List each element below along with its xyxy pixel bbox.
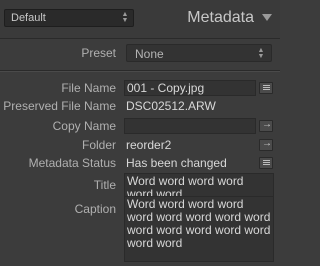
folder-label: Folder: [81, 138, 116, 152]
panel-title[interactable]: Metadata: [187, 9, 254, 27]
collapse-triangle-icon[interactable]: [262, 14, 272, 21]
file-name-field[interactable]: 001 - Copy.jpg: [124, 80, 256, 96]
preserved-file-name-value: DSC02512.ARW: [126, 99, 216, 113]
folder-value: reorder2: [126, 138, 172, 152]
caption-label: Caption: [74, 202, 116, 216]
preset-divider-highlight: [0, 71, 280, 72]
title-label: Title: [93, 178, 116, 192]
preset-dropdown-value: None: [135, 47, 164, 61]
preset-label: Preset: [81, 46, 116, 60]
copy-name-field[interactable]: [124, 118, 256, 134]
metadata-view-select-value: Default: [11, 12, 46, 24]
panel-header: Default ▲ ▼ Metadata: [0, 0, 280, 38]
updown-arrows-icon: ▲ ▼: [121, 11, 129, 24]
title-textarea[interactable]: Word word word word word word: [124, 173, 274, 197]
file-name-label: File Name: [61, 81, 116, 95]
go-to-arrow-icon[interactable]: [259, 119, 273, 132]
metadata-view-select[interactable]: Default ▲ ▼: [4, 9, 134, 27]
file-name-value: 001 - Copy.jpg: [127, 81, 205, 95]
preset-dropdown[interactable]: None ▲ ▼: [126, 44, 272, 62]
metadata-status-value: Has been changed: [126, 156, 227, 170]
header-divider: [0, 38, 280, 39]
preserved-file-name-label: Preserved File Name: [3, 99, 116, 113]
copy-name-label: Copy Name: [52, 119, 116, 133]
caption-textarea[interactable]: Word word word word word word word word …: [124, 196, 274, 262]
metadata-status-label: Metadata Status: [28, 156, 116, 170]
go-to-arrow-icon[interactable]: [259, 138, 273, 151]
updown-arrows-icon: ▲ ▼: [257, 47, 265, 60]
list-icon[interactable]: [259, 157, 273, 169]
list-icon[interactable]: [259, 82, 273, 94]
